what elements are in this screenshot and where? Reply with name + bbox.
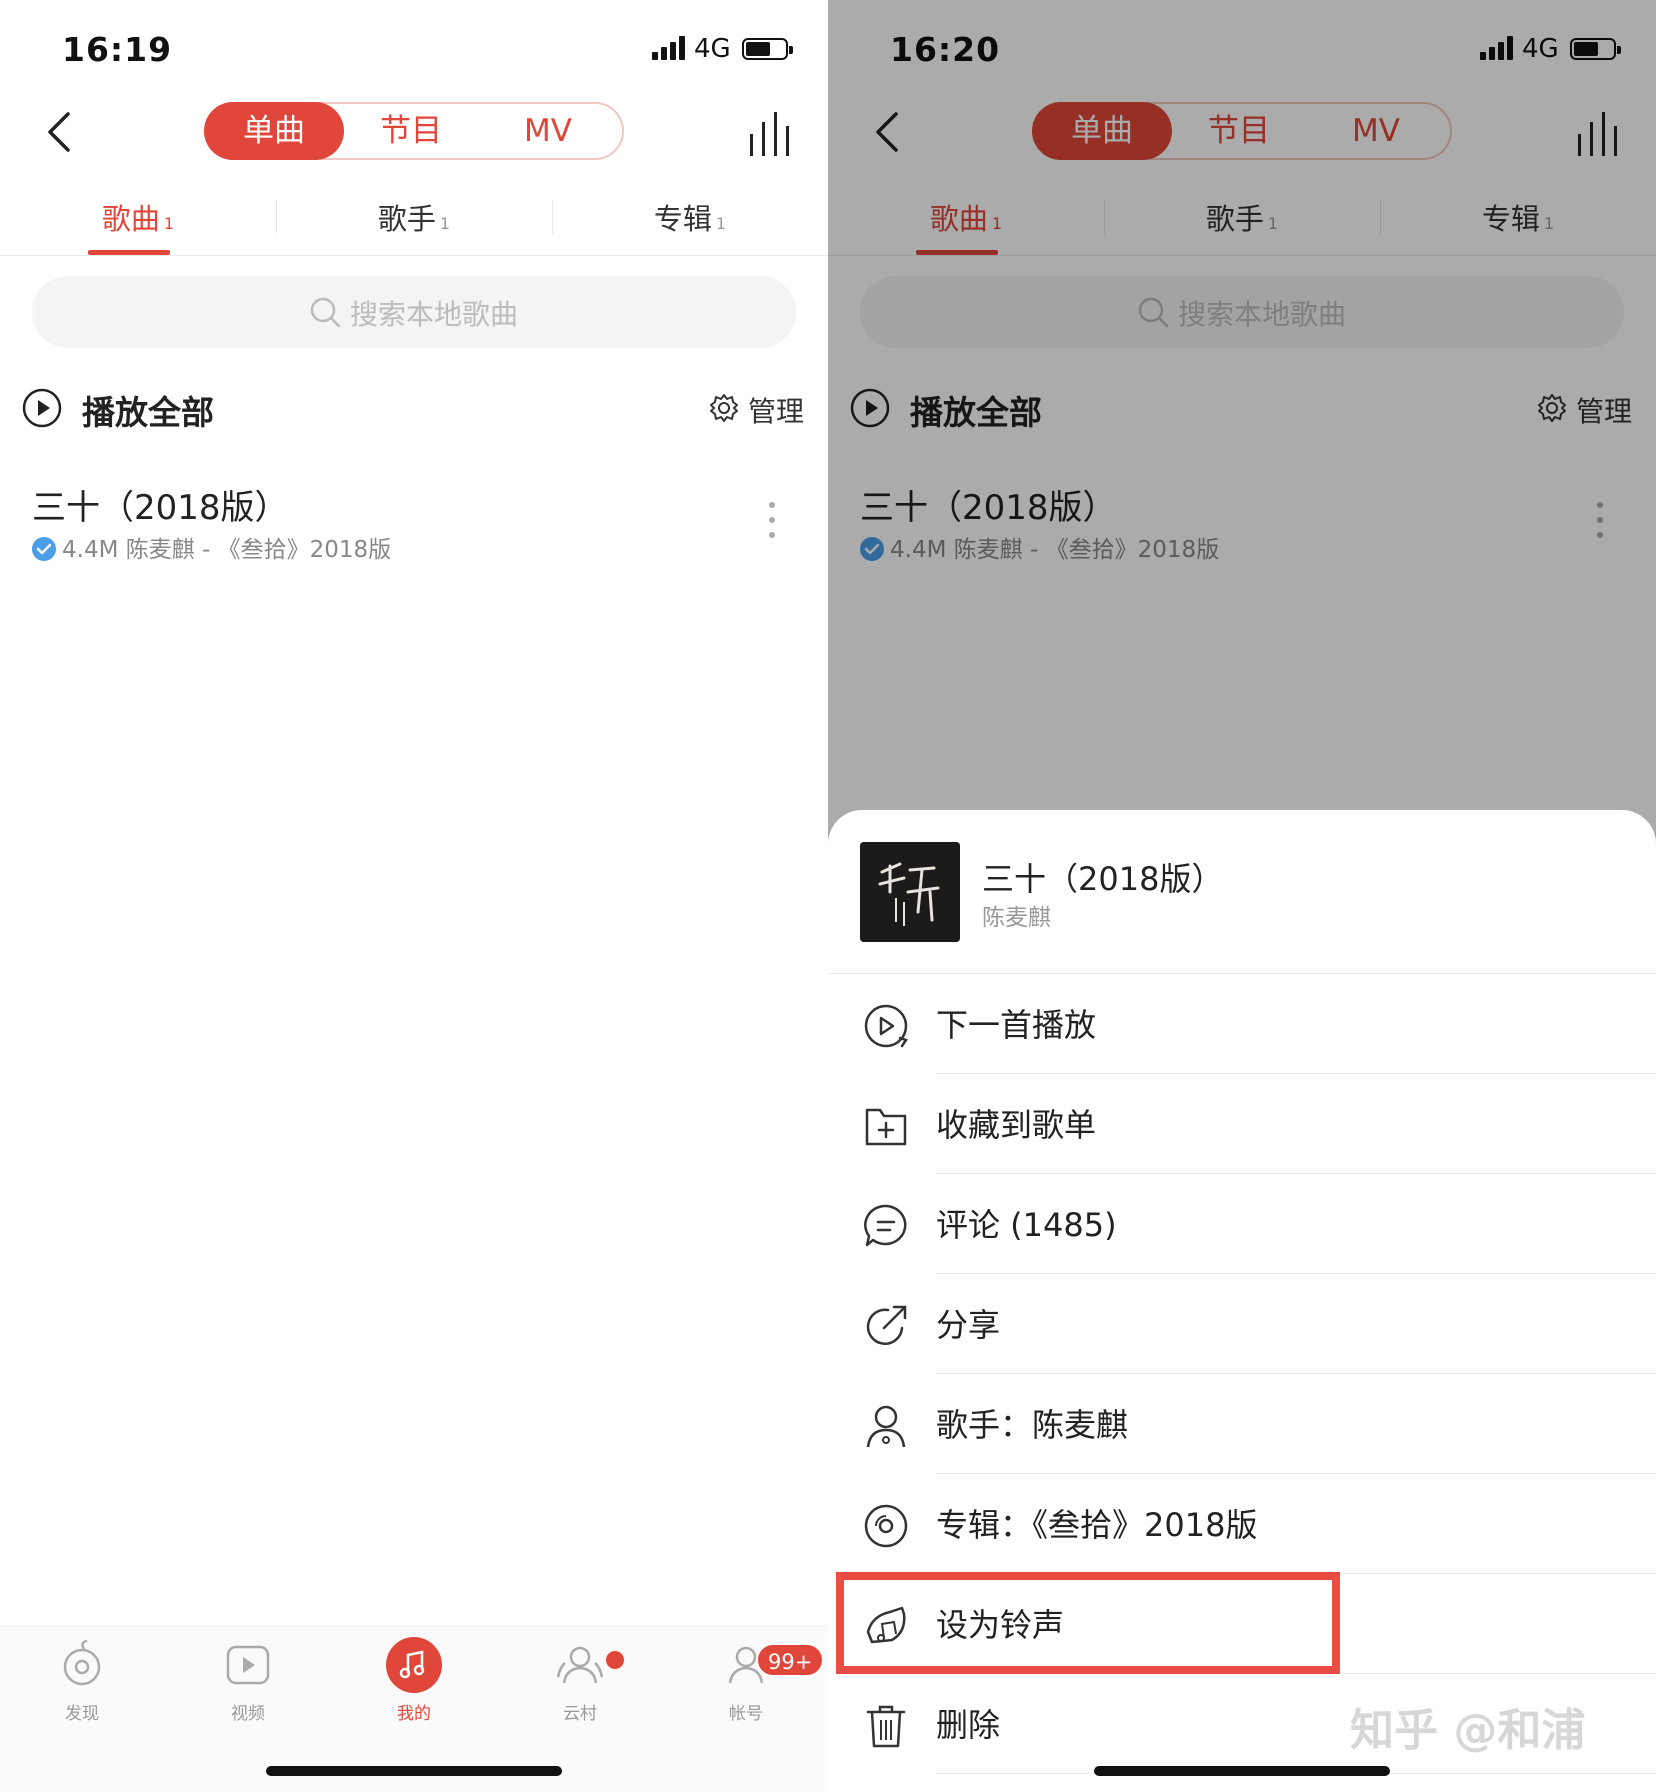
search-icon (310, 297, 341, 328)
action-share[interactable]: 分享 (828, 1274, 1656, 1374)
action-artist-label: 歌手：陈麦麒 (936, 1406, 1129, 1444)
status-time: 16:19 (62, 30, 173, 69)
home-indicator (266, 1766, 562, 1776)
tab-albums[interactable]: 专辑 1 (552, 196, 828, 238)
action-album[interactable]: 专辑：《叁拾》2018版 (828, 1474, 1656, 1574)
album-cover (860, 842, 960, 942)
tab-community-label: 云村 (563, 1704, 597, 1724)
active-tab-indicator (88, 250, 170, 255)
action-add-to-playlist[interactable]: 收藏到歌单 (828, 1074, 1656, 1174)
tab-video[interactable]: 视频 (188, 1637, 308, 1724)
network-label: 4G (694, 34, 731, 64)
home-indicator (1094, 1766, 1390, 1776)
gear-icon (710, 394, 738, 422)
action-artist[interactable]: 歌手：陈麦麒 (828, 1374, 1656, 1474)
tab-discover-label: 发现 (65, 1704, 99, 1724)
music-note-icon (386, 1637, 442, 1693)
tab-artists-label: 歌手 (377, 202, 436, 236)
segment-program[interactable]: 节目 (341, 102, 481, 160)
action-share-label: 分享 (936, 1306, 1001, 1344)
tab-account-label: 帐号 (729, 1704, 763, 1724)
play-next-icon (864, 1004, 908, 1048)
sheet-header: 三十（2018版） 陈麦麒 (828, 810, 1656, 974)
search-placeholder: 搜索本地歌曲 (350, 298, 519, 331)
tab-songs-count: 1 (163, 214, 175, 233)
action-play-next[interactable]: 下一首播放 (828, 974, 1656, 1074)
downloaded-check-icon (32, 537, 56, 561)
category-tabs: 歌曲 1 歌手 1 专辑 1 (0, 178, 828, 256)
tab-video-label: 视频 (231, 1704, 265, 1724)
video-icon (226, 1645, 270, 1685)
community-icon (556, 1646, 604, 1684)
equalizer-icon[interactable] (748, 112, 794, 156)
status-bar: 16:19 4G (0, 0, 828, 100)
notification-badge: 99+ (756, 1643, 825, 1677)
signal-icon (652, 36, 686, 60)
action-add-to-playlist-label: 收藏到歌单 (936, 1106, 1097, 1144)
action-comment-label: 评论 (1485) (936, 1206, 1117, 1244)
tab-albums-count: 1 (715, 214, 727, 233)
sheet-artist: 陈麦麒 (982, 905, 1051, 931)
segment-single[interactable]: 单曲 (204, 102, 344, 160)
more-options-icon[interactable] (766, 500, 778, 540)
search-input[interactable]: 搜索本地歌曲 (32, 276, 796, 348)
action-play-next-label: 下一首播放 (936, 1006, 1097, 1044)
album-art-icon (860, 842, 960, 942)
tab-mine-label: 我的 (397, 1704, 431, 1724)
song-meta-text: 4.4M 陈麦麒 - 《叁拾》2018版 (62, 537, 392, 563)
tab-artists[interactable]: 歌手 1 (276, 196, 552, 238)
tab-songs[interactable]: 歌曲 1 (0, 196, 276, 238)
album-icon (864, 1504, 908, 1548)
tab-albums-label: 专辑 (653, 202, 712, 236)
action-album-label: 专辑：《叁拾》2018版 (936, 1506, 1258, 1544)
tab-community[interactable]: 云村 (520, 1637, 640, 1724)
notification-dot (606, 1651, 624, 1669)
local-music-screen: 16:19 4G 单曲 节目 MV 歌曲 1 歌手 1 专辑 1 搜索本地歌曲 … (0, 0, 828, 1792)
highlight-annotation-box (836, 1572, 1340, 1674)
action-comment[interactable]: 评论 (1485) (828, 1174, 1656, 1274)
action-delete-label: 删除 (936, 1706, 1001, 1744)
song-title: 三十（2018版） (32, 488, 289, 528)
add-to-playlist-icon (865, 1108, 907, 1146)
segmented-control: 单曲 节目 MV (204, 102, 624, 160)
tab-artists-count: 1 (439, 214, 451, 233)
sheet-song-title: 三十（2018版） (982, 860, 1224, 898)
watermark: 知乎 @和浦 (1350, 1705, 1586, 1756)
tab-discover[interactable]: 发现 (22, 1637, 142, 1724)
back-icon[interactable] (40, 104, 84, 160)
share-icon (866, 1305, 907, 1345)
play-all-icon[interactable] (22, 388, 62, 428)
song-meta: 4.4M 陈麦麒 - 《叁拾》2018版 (32, 530, 391, 564)
tab-songs-label: 歌曲 (101, 202, 160, 236)
delete-icon (866, 1705, 906, 1748)
comment-icon (864, 1204, 907, 1247)
segment-mv[interactable]: MV (478, 102, 618, 160)
play-all-button[interactable]: 播放全部 (82, 386, 214, 434)
artist-icon (866, 1405, 906, 1448)
battery-icon (742, 38, 793, 60)
discover-icon (63, 1639, 101, 1686)
song-row[interactable]: 三十（2018版） 4.4M 陈麦麒 - 《叁拾》2018版 (0, 470, 828, 570)
manage-label: 管理 (748, 395, 805, 428)
tab-account[interactable]: 帐号 99+ (686, 1637, 825, 1724)
local-music-screen-with-menu: 16:20 4G 单曲 节目 MV 歌曲 1 歌手 1 专辑 1 搜索本地歌曲 … (828, 0, 1656, 1792)
tab-mine[interactable]: 我的 (354, 1637, 474, 1724)
